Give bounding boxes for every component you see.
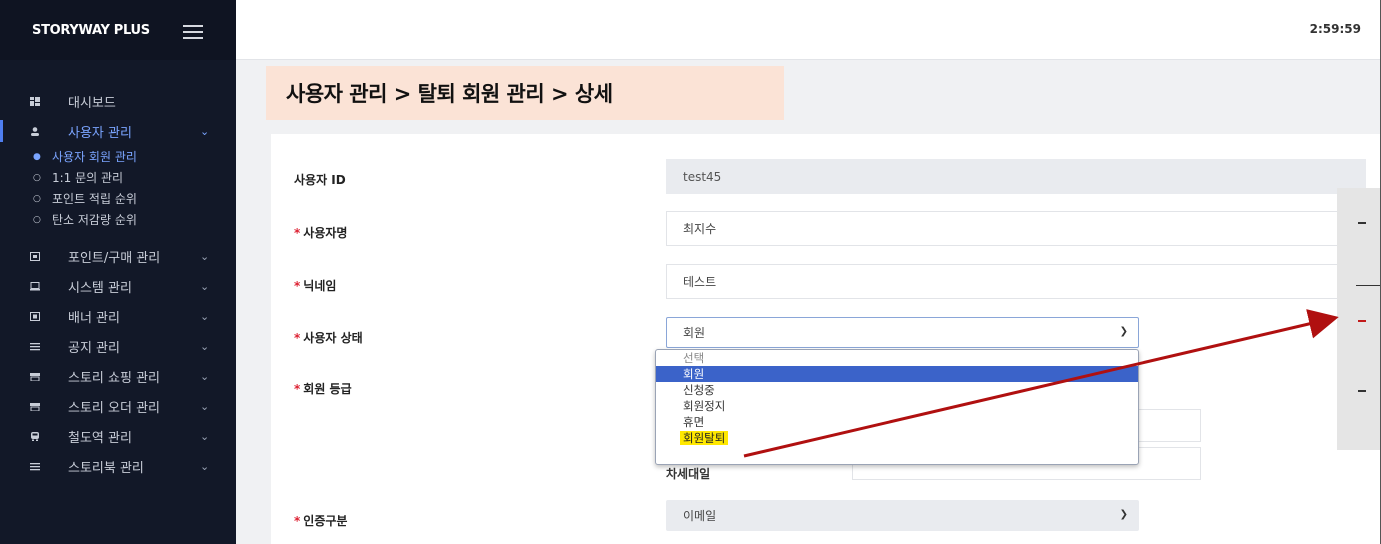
sidebar-subitem-inquiry[interactable]: ○ 1:1 문의 관리 xyxy=(0,167,236,188)
selected-value: 이메일 xyxy=(683,509,717,523)
sidebar-item-label: 포인트/구매 관리 xyxy=(68,250,161,266)
bullet-circle-icon: ○ xyxy=(33,193,41,204)
chevron-down-icon: ⌄ xyxy=(200,399,210,413)
sidebar-item-story-shopping[interactable]: 스토리 쇼핑 관리 ⌄ xyxy=(0,361,236,391)
train-icon xyxy=(31,431,39,441)
point-icon xyxy=(30,251,40,261)
chevron-down-icon: ⌄ xyxy=(200,339,210,353)
sidebar-item-user-mgmt[interactable]: 사용자 관리 ⌄ xyxy=(0,116,236,146)
list-icon xyxy=(30,462,40,470)
sidebar-item-label: 스토리 오더 관리 xyxy=(68,400,160,416)
sidebar-item-label: 스토리북 관리 xyxy=(68,460,144,476)
subitem-label: 1:1 문의 관리 xyxy=(52,171,124,185)
sidebar-subitem-point-rank[interactable]: ○ 포인트 적립 순위 xyxy=(0,188,236,209)
option-member[interactable]: 회원 xyxy=(656,366,1138,382)
sidebar-item-label: 대시보드 xyxy=(68,95,116,111)
user-id-field: test45 xyxy=(666,159,1366,194)
sidebar-subitem-user-members[interactable]: ● 사용자 회원 관리 xyxy=(0,146,236,167)
grade-sub-label: 차세대일 xyxy=(666,467,711,481)
user-name-input[interactable]: 최지수 xyxy=(666,211,1366,246)
chevron-down-icon: ❯ xyxy=(1119,326,1128,337)
sidebar-item-system[interactable]: 시스템 관리 ⌄ xyxy=(0,271,236,301)
top-bar: 2:59:59 xyxy=(236,0,1381,60)
panel-dash xyxy=(1358,222,1366,224)
chevron-down-icon: ❯ xyxy=(1119,509,1128,520)
auth-type-label: * 인증구분 xyxy=(294,514,348,528)
sidebar-item-railway[interactable]: 철도역 관리 ⌄ xyxy=(0,421,236,451)
store-icon xyxy=(30,372,40,381)
sidebar-item-storybook[interactable]: 스토리북 관리 ⌄ xyxy=(0,451,236,481)
store-icon xyxy=(30,402,40,411)
sidebar-item-label: 배너 관리 xyxy=(68,310,120,326)
subitem-label: 탄소 저감량 순위 xyxy=(52,213,137,227)
subitem-label: 사용자 회원 관리 xyxy=(52,150,137,164)
sidebar-item-story-order[interactable]: 스토리 오더 관리 ⌄ xyxy=(0,391,236,421)
nickname-input[interactable]: 테스트 xyxy=(666,264,1366,299)
brand-logo: STORYWAY PLUS xyxy=(32,22,150,38)
chevron-down-icon: ⌄ xyxy=(200,249,210,263)
active-indicator xyxy=(0,120,3,142)
sidebar-item-label: 사용자 관리 xyxy=(68,125,132,141)
chevron-down-icon: ⌄ xyxy=(200,429,210,443)
nickname-label: * 닉네임 xyxy=(294,279,337,293)
bullet-circle-icon: ○ xyxy=(33,172,41,183)
sidebar-item-label: 공지 관리 xyxy=(68,340,120,356)
dashboard-icon xyxy=(30,96,40,106)
option-placeholder[interactable]: 선택 xyxy=(656,350,1138,366)
sidebar-item-label: 시스템 관리 xyxy=(68,280,132,296)
chevron-down-icon: ⌄ xyxy=(200,369,210,383)
option-withdrawn[interactable]: 회원탈퇴 xyxy=(656,430,1138,446)
subitem-label: 포인트 적립 순위 xyxy=(52,192,137,206)
highlight-mark: 회원탈퇴 xyxy=(680,431,729,445)
sidebar-subitem-carbon-rank[interactable]: ○ 탄소 저감량 순위 xyxy=(0,209,236,230)
user-status-select[interactable]: 회원 ❯ xyxy=(666,317,1139,348)
annotation-panel xyxy=(1337,188,1381,450)
sidebar-item-label: 스토리 쇼핑 관리 xyxy=(68,370,160,386)
sidebar-nav: 대시보드 사용자 관리 ⌄ ● 사용자 회원 관리 ○ 1:1 문의 관리 ○ … xyxy=(0,86,236,481)
sidebar-item-dashboard[interactable]: 대시보드 xyxy=(0,86,236,116)
panel-dash-red xyxy=(1358,320,1366,322)
sidebar: STORYWAY PLUS 대시보드 사용자 관리 ⌄ ● 사용자 회원 관리 … xyxy=(0,0,236,544)
chevron-down-icon: ⌄ xyxy=(200,279,210,293)
selected-value: 회원 xyxy=(683,326,706,340)
bullet-circle-icon: ○ xyxy=(33,214,41,225)
menu-toggle-icon[interactable] xyxy=(183,25,203,43)
monitor-icon xyxy=(30,281,40,290)
member-grade-label: * 회원 등급 xyxy=(294,382,352,396)
user-name-label: * 사용자명 xyxy=(294,226,348,240)
status-dropdown-list: 선택 회원 신청중 회원정지 휴면 회원탈퇴 xyxy=(655,349,1139,465)
panel-dash xyxy=(1358,390,1366,392)
bullet-filled-icon: ● xyxy=(33,151,41,162)
panel-line xyxy=(1356,285,1381,286)
option-dormant[interactable]: 휴면 xyxy=(656,414,1138,430)
option-suspended[interactable]: 회원정지 xyxy=(656,398,1138,414)
sidebar-item-label: 철도역 관리 xyxy=(68,430,132,446)
user-status-label: * 사용자 상태 xyxy=(294,331,363,345)
auth-type-select[interactable]: 이메일 ❯ xyxy=(666,500,1139,531)
banner-icon xyxy=(30,311,40,321)
list-icon xyxy=(30,342,40,350)
option-pending[interactable]: 신청중 xyxy=(656,382,1138,398)
chevron-down-icon: ⌄ xyxy=(200,309,210,323)
chevron-down-icon: ⌄ xyxy=(200,124,210,138)
chevron-down-icon: ⌄ xyxy=(200,459,210,473)
sidebar-item-banner[interactable]: 배너 관리 ⌄ xyxy=(0,301,236,331)
page-title: 사용자 관리 > 탈퇴 회원 관리 > 상세 xyxy=(266,66,784,120)
sidebar-item-point-purchase[interactable]: 포인트/구매 관리 ⌄ xyxy=(0,241,236,271)
sidebar-item-notice[interactable]: 공지 관리 ⌄ xyxy=(0,331,236,361)
user-icon xyxy=(31,126,39,136)
session-clock: 2:59:59 xyxy=(1309,22,1361,36)
user-id-label: 사용자 ID xyxy=(294,173,346,187)
